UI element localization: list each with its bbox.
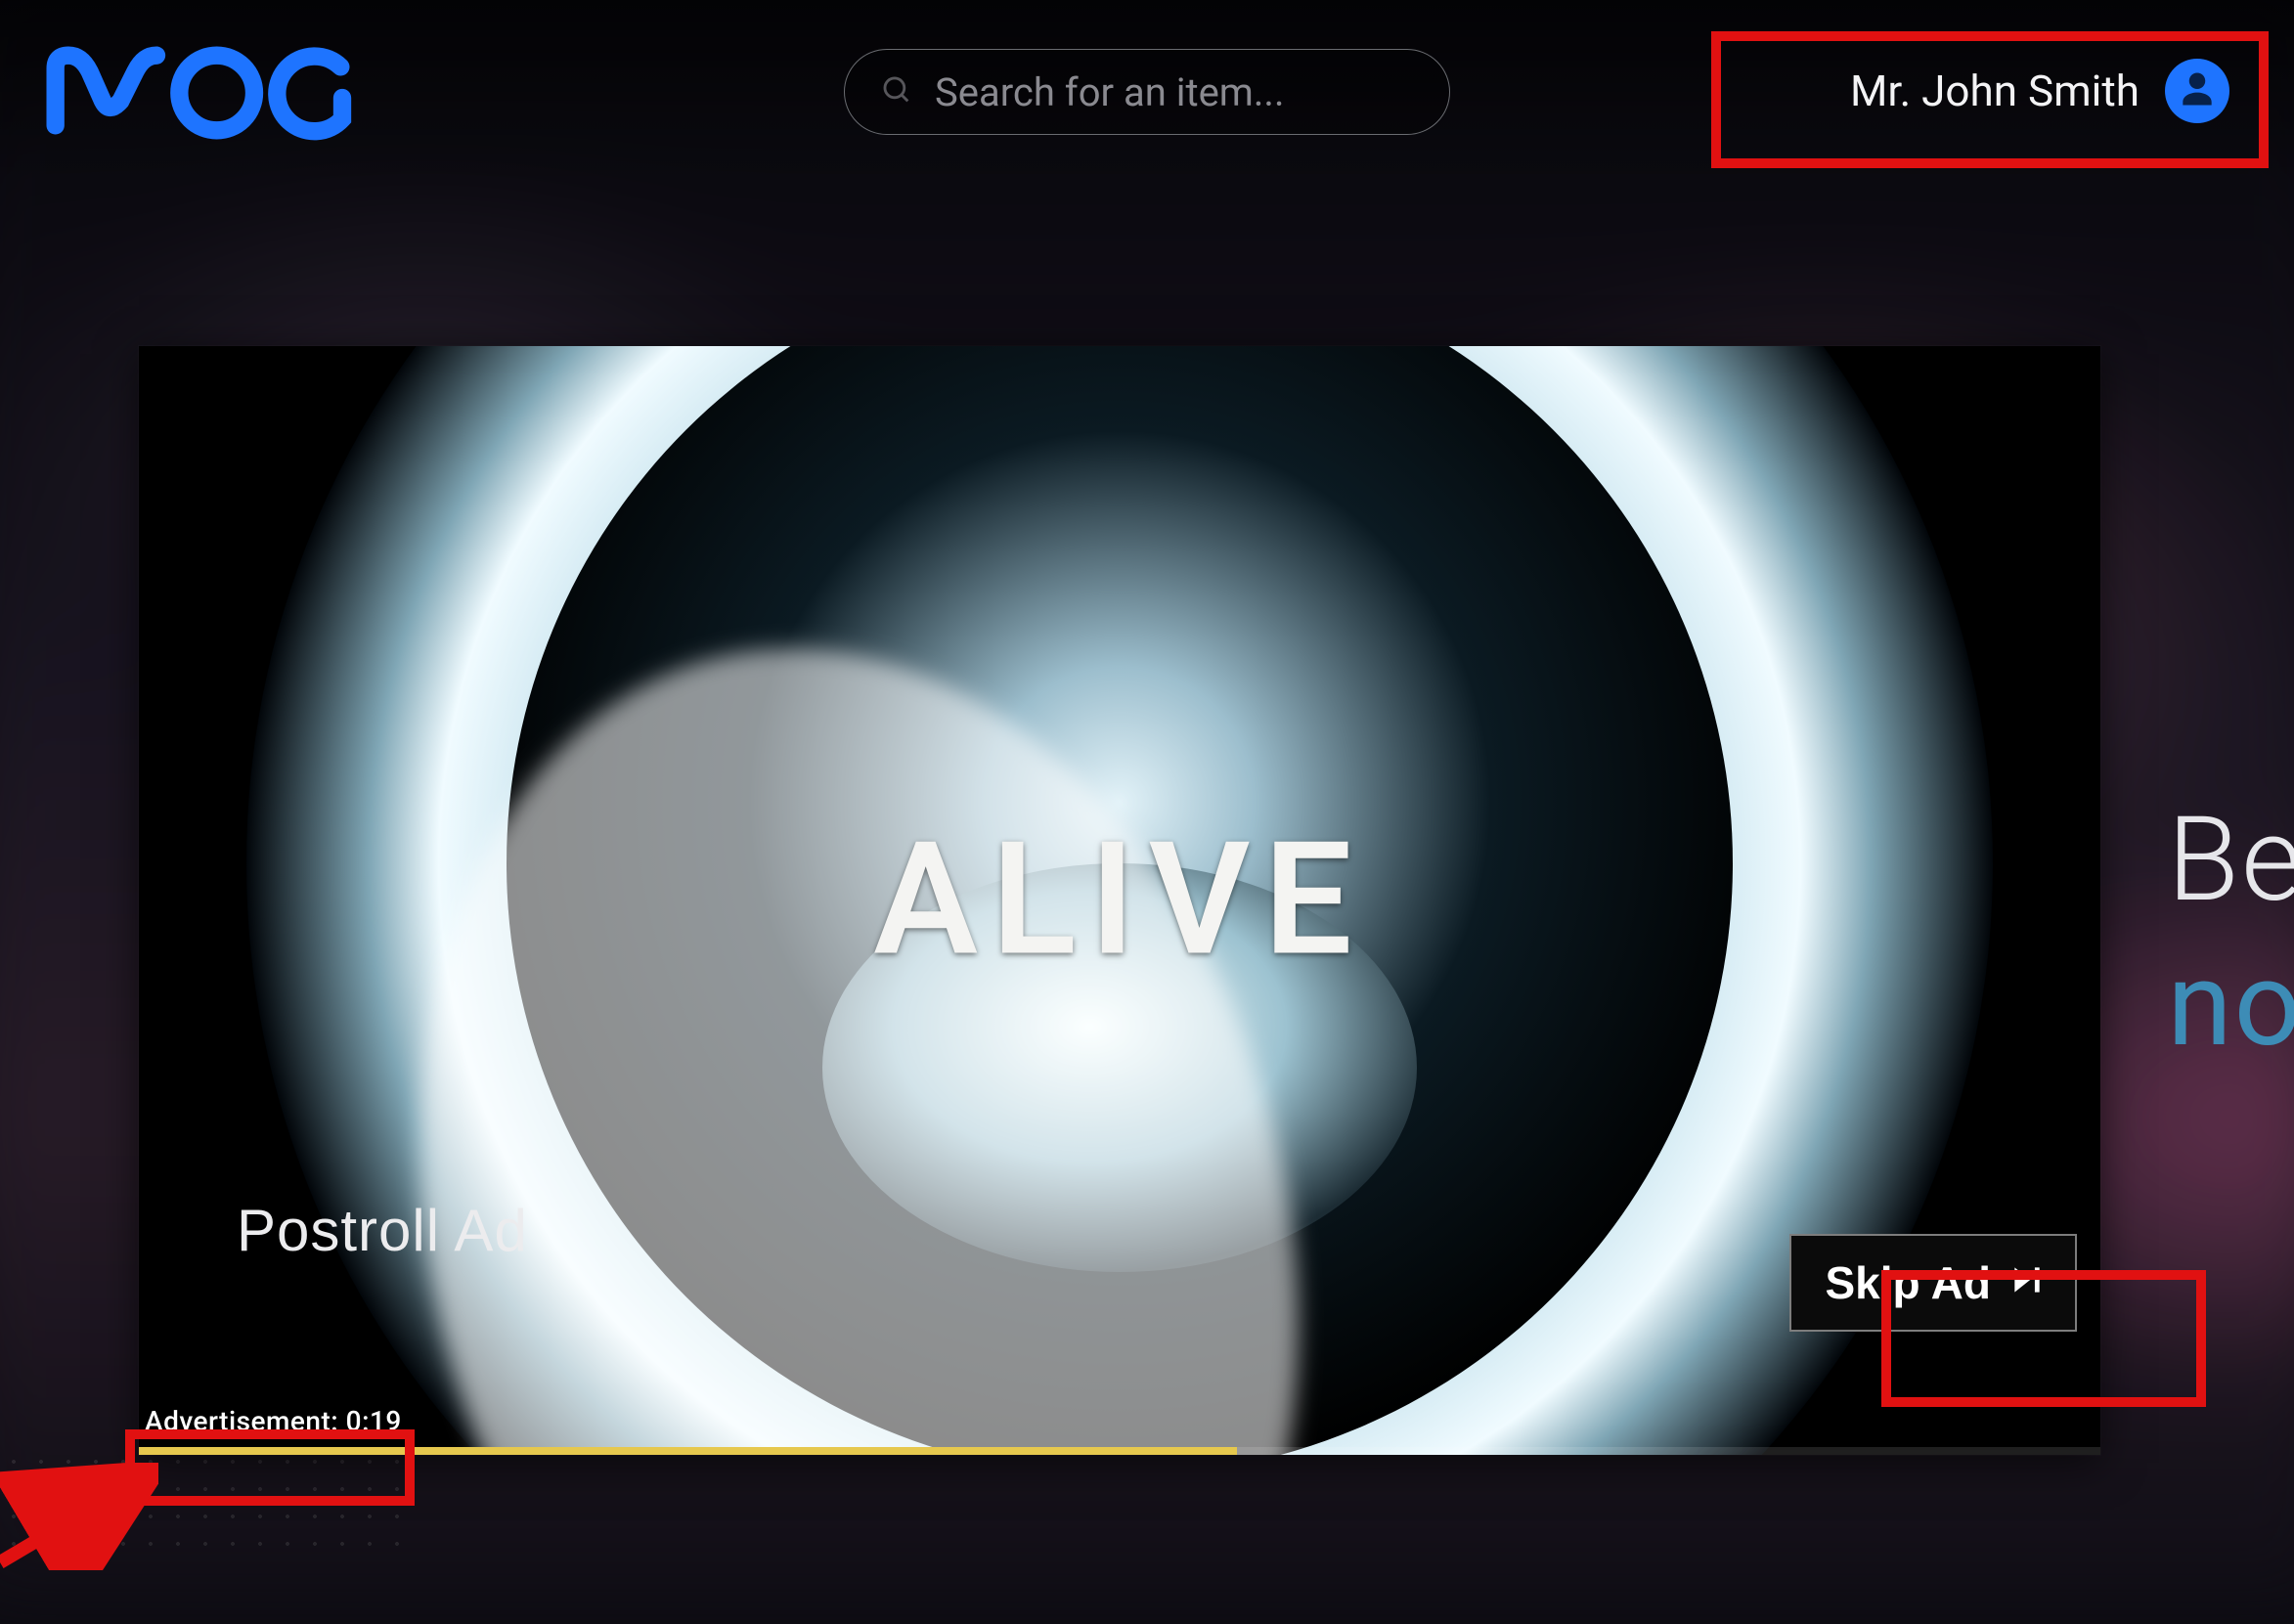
search-box[interactable]	[844, 49, 1450, 135]
brand-logo[interactable]	[39, 44, 381, 142]
dots-decoration	[0, 1448, 411, 1565]
user-name-label: Mr. John Smith	[1850, 66, 2140, 116]
skip-forward-icon	[2008, 1256, 2046, 1309]
skip-ad-label: Skip Ad	[1825, 1256, 1991, 1309]
video-player[interactable]: ALIVE Postroll Ad Skip Ad Advertisement:…	[139, 346, 2100, 1455]
app-header: Mr. John Smith	[0, 0, 2294, 186]
ad-title: ALIVE	[873, 810, 1365, 992]
avatar	[2165, 59, 2229, 123]
ad-subtitle: Postroll Ad	[237, 1197, 528, 1264]
ad-frame: ALIVE Postroll Ad Skip Ad Advertisement:…	[139, 346, 2100, 1455]
ad-progress-fill	[139, 1447, 1237, 1455]
person-icon	[2176, 67, 2219, 114]
ad-status: Advertisement: 0:19	[145, 1405, 402, 1437]
search-icon	[880, 73, 913, 110]
skip-ad-button[interactable]: Skip Ad	[1789, 1234, 2077, 1332]
user-menu[interactable]: Mr. John Smith	[1821, 43, 2255, 139]
search-input[interactable]	[935, 69, 1435, 115]
